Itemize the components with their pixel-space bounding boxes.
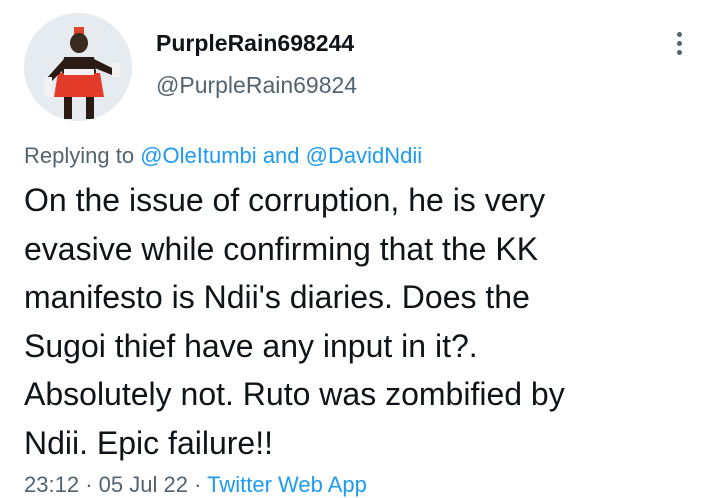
avatar[interactable] bbox=[24, 13, 132, 121]
reply-prefix: Replying to bbox=[24, 143, 135, 168]
meta-separator: · bbox=[85, 472, 93, 497]
tweet-time[interactable]: 23:12 bbox=[24, 472, 79, 497]
tweet-text-line: evasive while confirming that the KK bbox=[24, 230, 539, 267]
tweet-text-line: Ndii. Epic failure!! bbox=[24, 424, 273, 461]
tweet-text-line: Absolutely not. Ruto was zombified by bbox=[24, 376, 565, 412]
mention-link[interactable]: @DavidNdii bbox=[306, 143, 422, 168]
tweet-date[interactable]: 05 Jul 22 bbox=[99, 472, 188, 497]
tweet-text: On the issue of corruption, he is very e… bbox=[24, 176, 704, 467]
more-vertical-icon bbox=[676, 40, 682, 46]
meta-separator: · bbox=[194, 472, 202, 497]
author-display-name[interactable]: PurpleRain698244 bbox=[156, 30, 354, 57]
reply-context: Replying to @OleItumbi and @DavidNdii bbox=[24, 143, 422, 169]
tweet-text-line: Sugoi thief have any input in it?. bbox=[24, 327, 478, 364]
more-vertical-icon bbox=[676, 31, 682, 37]
author-handle[interactable]: @PurpleRain69824 bbox=[156, 72, 357, 99]
reply-conjunction: and bbox=[262, 143, 300, 168]
more-vertical-icon bbox=[676, 49, 682, 55]
tweet-source-link[interactable]: Twitter Web App bbox=[207, 472, 367, 497]
avatar-image bbox=[24, 13, 132, 121]
mention-link[interactable]: @OleItumbi bbox=[140, 143, 256, 168]
tweet-text-line: manifesto is Ndii's diaries. Does the bbox=[24, 279, 530, 315]
tweet-text-line: On the issue of corruption, he is very bbox=[24, 182, 546, 218]
tweet-metadata: 23:12 · 05 Jul 22 · Twitter Web App bbox=[24, 472, 367, 498]
more-options-button[interactable] bbox=[664, 28, 694, 58]
